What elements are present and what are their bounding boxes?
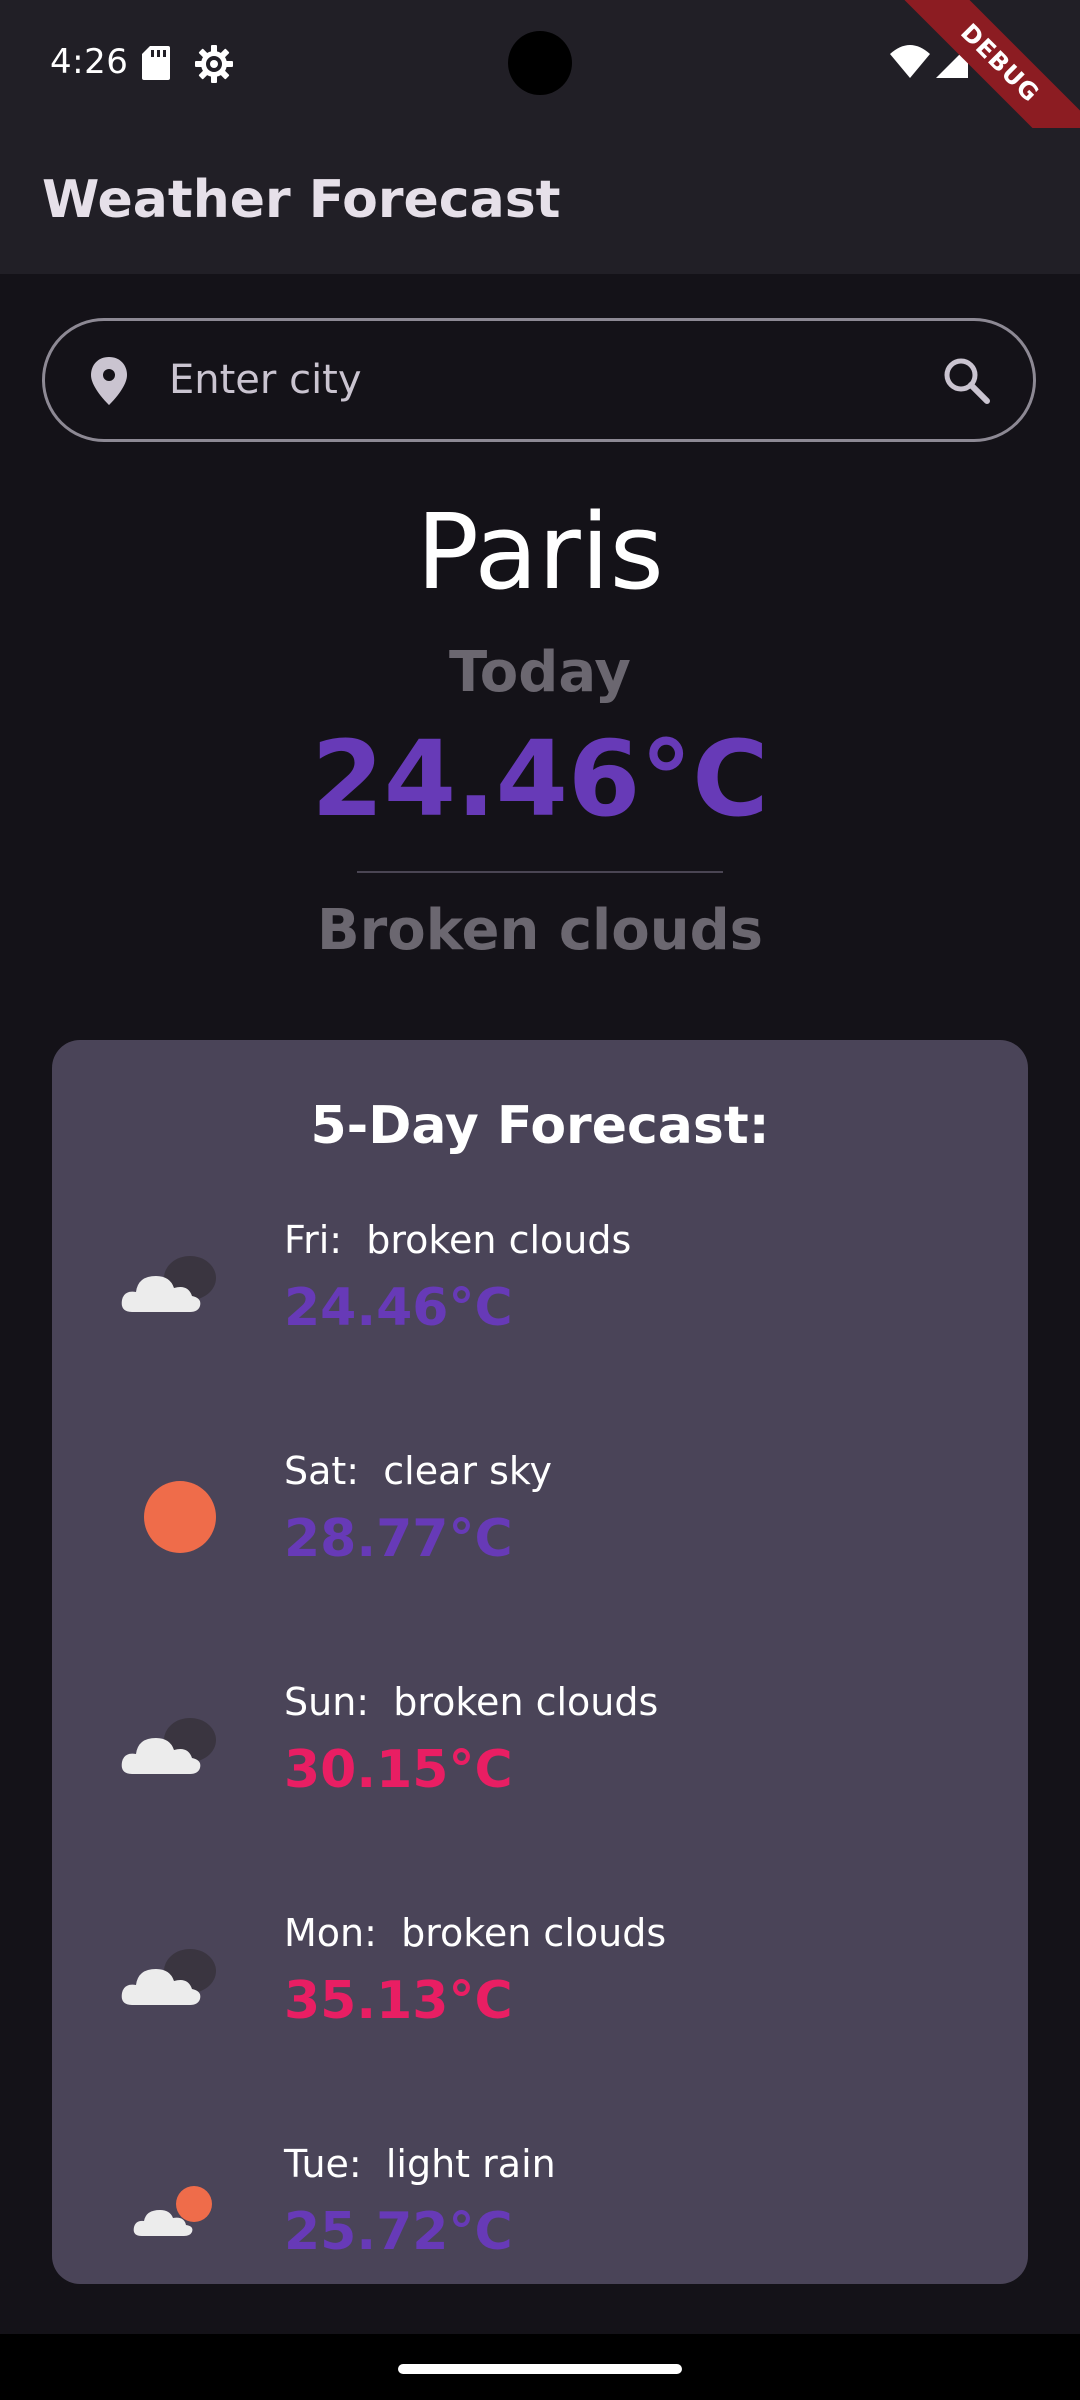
camera-cutout — [508, 31, 572, 95]
home-gesture-handle[interactable] — [398, 2364, 682, 2374]
city-search-box[interactable] — [42, 318, 1036, 442]
sd-card-icon — [142, 46, 170, 84]
app-bar: Weather Forecast — [0, 128, 1080, 274]
search-icon[interactable] — [937, 351, 997, 411]
forecast-temperature: 35.13°C — [284, 1971, 513, 2031]
status-time: 4:26 — [50, 42, 129, 82]
system-nav-bar — [0, 2334, 1080, 2400]
forecast-day-label: Sat: clear sky — [284, 1449, 553, 1493]
forecast-item: Sun: broken clouds 30.15°C — [52, 1662, 1028, 1862]
app-screen: 4:26 DEBUG Weather Forecast Enter city P… — [0, 0, 1080, 2334]
forecast-item: Fri: broken clouds 24.46°C — [52, 1200, 1028, 1400]
forecast-day-label: Mon: broken clouds — [284, 1911, 667, 1955]
forecast-temperature: 28.77°C — [284, 1509, 513, 1569]
wifi-icon — [890, 44, 930, 82]
forecast-item: Mon: broken clouds 35.13°C — [52, 1893, 1028, 2093]
city-search-input[interactable] — [169, 347, 869, 413]
settings-gear-icon — [194, 44, 234, 88]
broken-clouds-icon — [112, 1702, 232, 1792]
app-title: Weather Forecast — [42, 170, 561, 230]
clear-sky-icon — [112, 1471, 232, 1561]
broken-clouds-icon — [112, 1240, 232, 1330]
forecast-temperature: 25.72°C — [284, 2202, 513, 2262]
forecast-card: 5-Day Forecast: Fri: broken clouds 24.46… — [52, 1040, 1028, 2284]
divider — [357, 871, 723, 873]
current-condition: Broken clouds — [316, 898, 763, 963]
forecast-title: 5-Day Forecast: — [310, 1096, 770, 1156]
location-pin-icon — [81, 353, 137, 409]
forecast-temperature: 30.15°C — [284, 1740, 513, 1800]
city-name: Paris — [416, 491, 664, 613]
status-bar: 4:26 DEBUG — [0, 0, 1080, 186]
forecast-item: Tue: light rain 25.72°C — [52, 2124, 1028, 2324]
forecast-item: Sat: clear sky 28.77°C — [52, 1431, 1028, 1631]
broken-clouds-icon — [112, 1933, 232, 2023]
forecast-day-label: Tue: light rain — [284, 2142, 556, 2186]
current-temperature: 24.46°C — [311, 718, 769, 840]
forecast-day-label: Sun: broken clouds — [284, 1680, 659, 1724]
day-label: Today — [449, 640, 631, 705]
light-rain-icon — [112, 2164, 232, 2254]
forecast-day-label: Fri: broken clouds — [284, 1218, 632, 1262]
forecast-temperature: 24.46°C — [284, 1278, 513, 1338]
